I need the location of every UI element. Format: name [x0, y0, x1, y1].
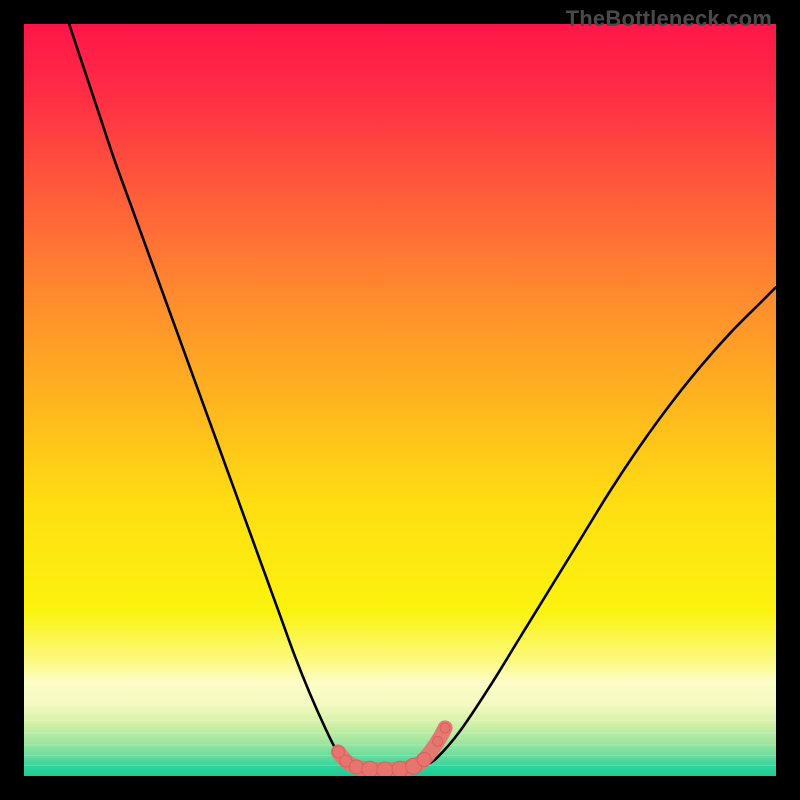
- valley-marker: [349, 760, 363, 774]
- valley-marker: [417, 752, 431, 766]
- plot-area: [24, 24, 776, 776]
- valley-marker: [433, 736, 443, 746]
- valley-marker: [440, 723, 450, 733]
- watermark-text: TheBottleneck.com: [566, 6, 772, 32]
- chart-frame: TheBottleneck.com: [0, 0, 800, 800]
- valley-marker: [377, 762, 393, 776]
- valley-marker: [362, 761, 378, 776]
- valley-marker-group: [332, 723, 450, 776]
- bottleneck-curve: [69, 24, 776, 772]
- chart-svg: [24, 24, 776, 776]
